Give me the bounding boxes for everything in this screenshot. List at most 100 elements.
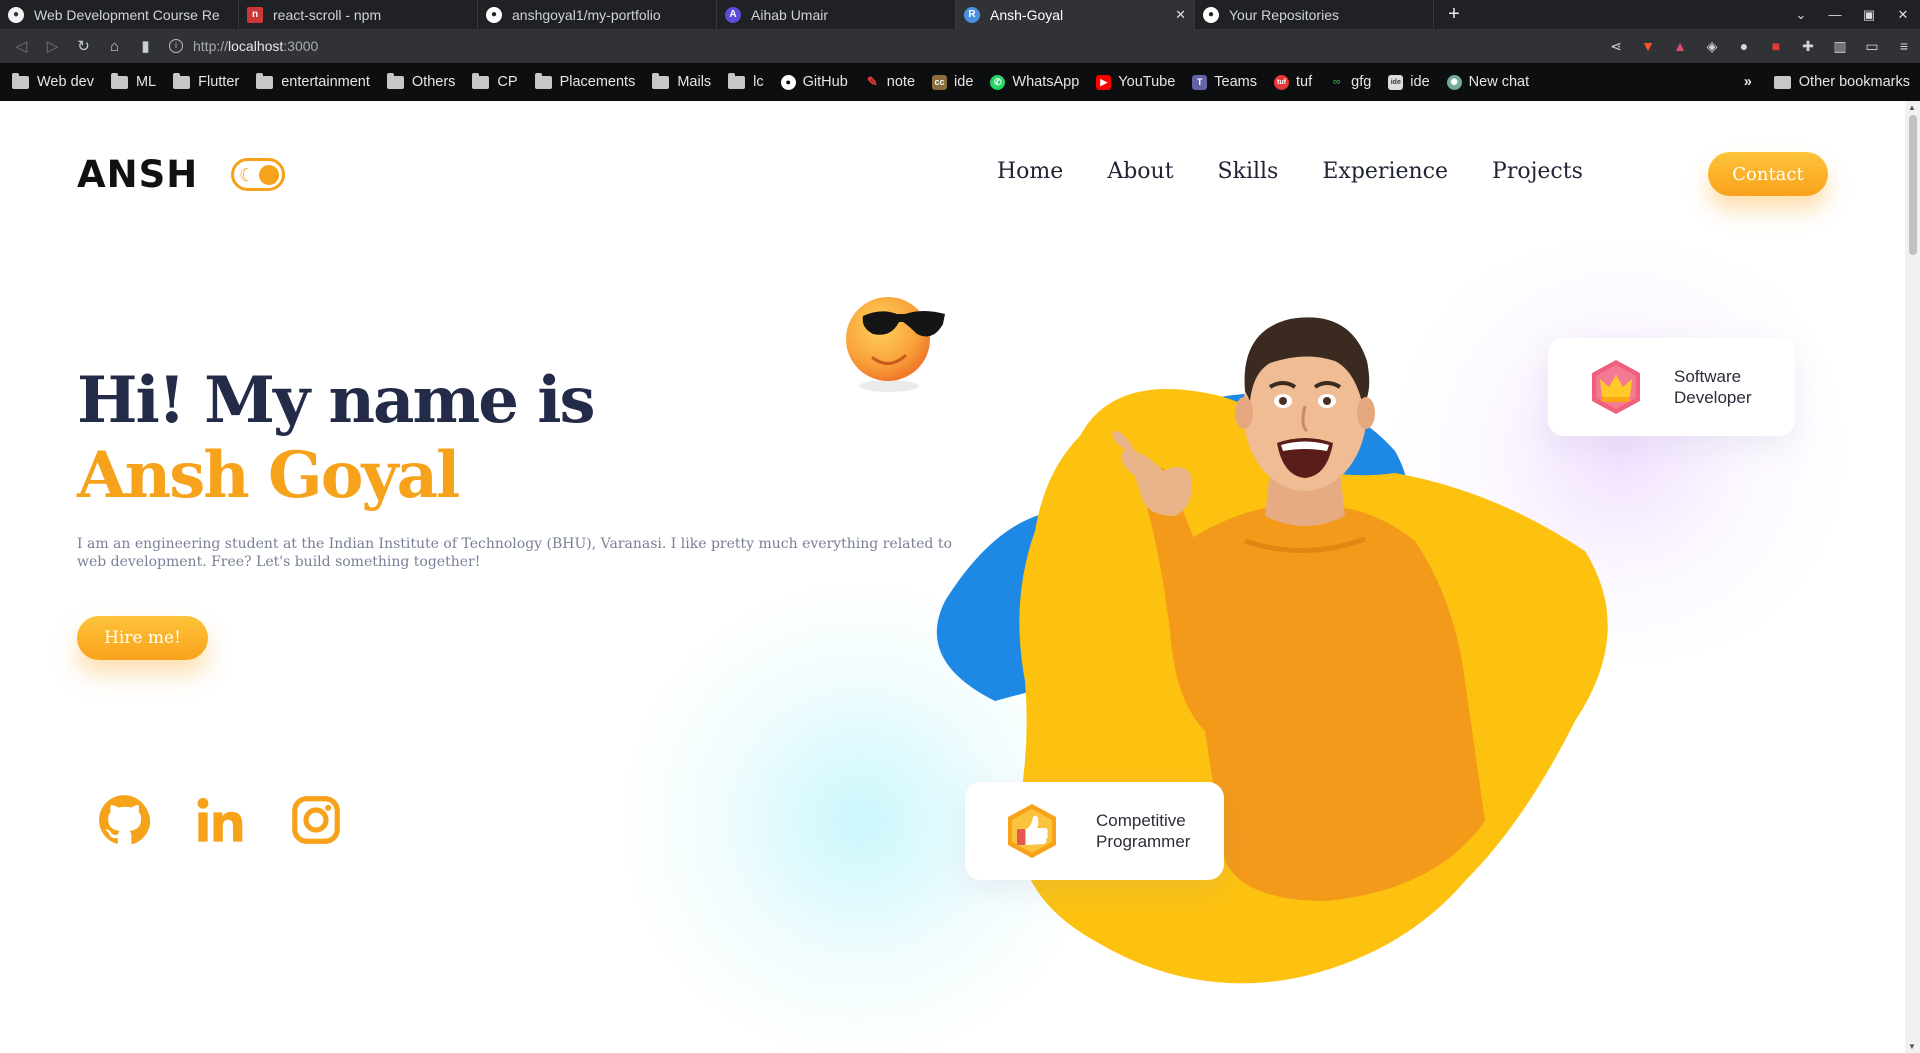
bookmark-label: GitHub [802, 74, 848, 90]
back-icon[interactable]: ◁ [6, 37, 37, 55]
bookmark-folder-others[interactable]: Others [386, 72, 455, 90]
bookmark-label: YouTube [1118, 74, 1176, 90]
bookmark-folder-mails[interactable]: Mails [652, 72, 711, 90]
github-icon[interactable] [98, 794, 150, 846]
tab-react-scroll[interactable]: n react-scroll - npm [239, 0, 478, 29]
tab-search-icon[interactable]: ⌄ [1784, 7, 1818, 23]
bookmark-icon[interactable]: ▮ [130, 37, 161, 55]
pin-icon: ✎ [866, 74, 878, 89]
brave-rewards-icon[interactable]: ▲ [1664, 38, 1696, 54]
tab-my-portfolio-repo[interactable]: ● anshgoyal1/my-portfolio [478, 0, 717, 29]
bookmark-label: WhatsApp [1012, 74, 1080, 90]
cc-icon: cc [932, 74, 948, 90]
linkedin-icon[interactable] [194, 794, 246, 846]
bookmark-folder-ml[interactable]: ML [110, 72, 157, 90]
sidebar-icon[interactable]: ▥ [1824, 38, 1856, 55]
bookmark-teams[interactable]: T Teams [1192, 74, 1257, 90]
toggle-knob [259, 165, 279, 185]
close-window-button[interactable]: ✕ [1886, 7, 1920, 23]
theme-toggle[interactable]: ☾ [231, 158, 285, 191]
forward-icon[interactable]: ▷ [37, 37, 68, 55]
share-icon[interactable]: ⋖ [1600, 38, 1632, 55]
bookmark-label: New chat [1468, 74, 1530, 90]
bookmark-new-chat[interactable]: ✺ New chat [1446, 74, 1530, 90]
bookmark-whatsapp[interactable]: ✆ WhatsApp [990, 74, 1079, 90]
minimize-button[interactable]: — [1818, 7, 1852, 22]
close-tab-icon[interactable]: ✕ [1175, 7, 1186, 23]
bookmark-ide[interactable]: ide ide [1388, 74, 1430, 90]
tab-aihab-umair[interactable]: A Aihab Umair [717, 0, 956, 29]
toolbar-actions: ⋖ ▼ ▲ ◈ ● ■ ✚ ▥ ▭ ≡ [1600, 29, 1920, 63]
extension-red-icon[interactable]: ■ [1760, 38, 1792, 54]
main-nav: Home About Skills Experience Projects [997, 159, 1627, 184]
bookmark-ide-cc[interactable]: cc ide [932, 74, 973, 90]
tab-label: anshgoyal1/my-portfolio [512, 6, 661, 23]
maximize-button[interactable]: ▣ [1852, 7, 1886, 23]
hire-me-button[interactable]: Hire me! [77, 616, 208, 660]
gfg-icon: ∞ [1332, 76, 1341, 88]
social-links [98, 794, 386, 846]
bookmark-folder-lc[interactable]: lc [728, 72, 764, 90]
bookmark-label: tuf [1296, 74, 1313, 90]
hero-heading: Hi! My name is [77, 363, 596, 438]
extension-icon[interactable]: ● [1728, 38, 1760, 54]
tab-web-dev-course[interactable]: ● Web Development Course Re [0, 0, 239, 29]
bookmark-youtube[interactable]: ▶ YouTube [1096, 74, 1175, 90]
tab-your-repositories[interactable]: ● Your Repositories [1195, 0, 1434, 29]
page-scrollbar[interactable]: ▲ ▼ [1905, 101, 1920, 1053]
react-icon: R [964, 6, 980, 23]
other-bookmarks[interactable]: Other bookmarks [1799, 74, 1910, 90]
tab-ansh-goyal[interactable]: R Ansh-Goyal ✕ [956, 0, 1195, 29]
bookmarks-overflow: » Other bookmarks [1744, 63, 1910, 101]
reload-icon[interactable]: ↻ [68, 37, 99, 55]
bookmark-folder-cp[interactable]: CP [472, 72, 518, 90]
site-info-icon[interactable]: i [169, 39, 183, 53]
scroll-up-icon[interactable]: ▲ [1908, 103, 1916, 112]
bookmark-note[interactable]: ✎ note [865, 74, 915, 90]
portfolio-page: ANSH ☾ Home About Skills Experience Proj… [0, 101, 1920, 1053]
bookmark-label: ML [135, 74, 157, 90]
contact-button[interactable]: Contact [1708, 152, 1828, 196]
card-line: Developer [1674, 388, 1752, 407]
nav-skills[interactable]: Skills [1218, 159, 1279, 184]
nav-experience[interactable]: Experience [1322, 159, 1448, 184]
tab-label: Ansh-Goyal [990, 6, 1064, 23]
bookmark-folder-placements[interactable]: Placements [534, 72, 636, 90]
nav-projects[interactable]: Projects [1492, 159, 1583, 184]
bookmark-folder-web-dev[interactable]: Web dev [12, 72, 94, 90]
bookmark-folder-flutter[interactable]: Flutter [173, 72, 239, 90]
folder-icon [12, 72, 29, 89]
extensions-puzzle-icon[interactable]: ✚ [1792, 38, 1824, 55]
address-bar[interactable]: i http:// localhost :3000 [169, 34, 318, 58]
bookmark-label: lc [753, 74, 764, 90]
site-logo[interactable]: ANSH [77, 153, 198, 196]
home-icon[interactable]: ⌂ [99, 38, 130, 55]
moon-icon: ☾ [239, 165, 256, 185]
bookmark-label: ide [1410, 74, 1430, 90]
instagram-icon[interactable] [290, 794, 342, 846]
bookmark-gfg[interactable]: ∞ gfg [1329, 74, 1372, 90]
bookmark-tuf[interactable]: tuf tuf [1274, 74, 1312, 90]
more-bookmarks-button[interactable]: » [1744, 74, 1752, 90]
nav-about[interactable]: About [1107, 159, 1173, 184]
browser-toolbar: ◁ ▷ ↻ ⌂ ▮ i http:// localhost :3000 ⋖ ▼ … [0, 29, 1920, 63]
bookmark-github[interactable]: ● GitHub [780, 74, 848, 90]
url-host: localhost [228, 38, 284, 54]
github-icon: ● [1203, 6, 1219, 23]
bookmark-folder-entertainment[interactable]: entertainment [256, 72, 370, 90]
url-port: :3000 [283, 38, 319, 54]
brave-shield-icon[interactable]: ▼ [1632, 38, 1664, 54]
new-tab-button[interactable]: + [1434, 0, 1474, 29]
wallet-icon[interactable]: ▭ [1856, 38, 1888, 55]
bookmark-label: Placements [559, 74, 636, 90]
scroll-down-icon[interactable]: ▼ [1908, 1042, 1916, 1051]
card-line: Software [1674, 367, 1742, 386]
menu-icon[interactable]: ≡ [1888, 38, 1920, 54]
vpn-icon[interactable]: ◈ [1696, 38, 1728, 55]
folder-icon [534, 72, 552, 89]
nav-home[interactable]: Home [997, 159, 1063, 184]
scrollbar-thumb[interactable] [1909, 115, 1917, 255]
folder-icon [110, 72, 128, 89]
tab-favicon: A [725, 6, 741, 23]
folder-icon [728, 72, 746, 89]
